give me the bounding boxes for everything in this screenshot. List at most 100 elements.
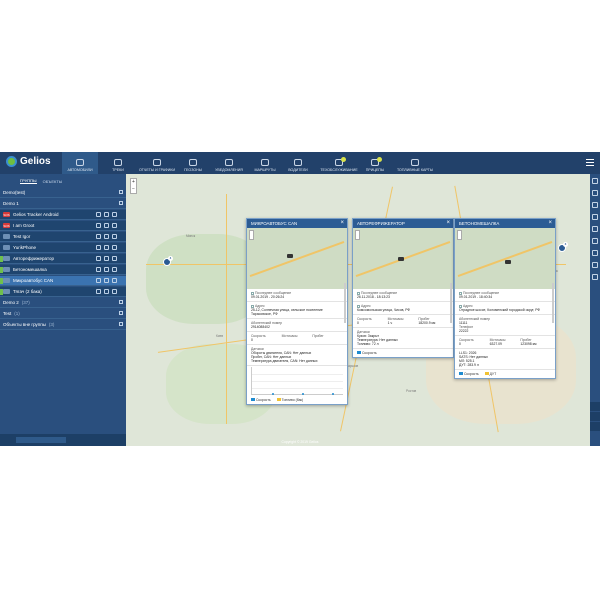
nav-item-8[interactable]: Прицепы xyxy=(362,152,388,174)
settings-icon[interactable] xyxy=(112,234,117,239)
tool-icon[interactable] xyxy=(592,202,598,208)
info-icon[interactable] xyxy=(104,267,109,272)
settings-icon[interactable] xyxy=(112,289,117,294)
close-icon[interactable]: × xyxy=(548,220,552,227)
info-icon[interactable] xyxy=(104,223,109,228)
info-icon[interactable] xyxy=(104,234,109,239)
nav-item-2[interactable]: Отчеты и графики xyxy=(138,152,176,174)
close-icon[interactable]: × xyxy=(340,220,344,227)
group-row[interactable]: Demo(test) xyxy=(0,188,126,198)
nav-item-0[interactable]: Автомобили xyxy=(62,152,98,174)
facebook-icon[interactable] xyxy=(590,402,600,412)
tool-icon[interactable] xyxy=(592,238,598,244)
nav-item-9[interactable]: Топливные карты xyxy=(394,152,436,174)
tab-groups[interactable]: Группы xyxy=(20,178,37,184)
vehicle-row[interactable]: Бетономешалка xyxy=(0,265,126,275)
vehicle-row[interactable]: Микроавтобус CAN xyxy=(0,276,126,286)
command-icon[interactable] xyxy=(96,278,101,283)
settings-icon[interactable] xyxy=(112,267,117,272)
info-icon[interactable] xyxy=(104,245,109,250)
command-icon[interactable] xyxy=(96,267,101,272)
popup-minimap[interactable] xyxy=(247,228,347,289)
sensors: Датчики Кузов: Закрыт Температура: Нет дан… xyxy=(353,328,453,349)
popup-minimap[interactable] xyxy=(455,228,555,289)
group-checkbox[interactable] xyxy=(119,190,123,194)
nav-item-label: Геозоны xyxy=(184,168,202,172)
command-icon[interactable] xyxy=(96,256,101,261)
map[interactable]: МинскМоскваСмоленскБрянскОрёлТулаРязаньК… xyxy=(126,174,590,446)
command-icon[interactable] xyxy=(96,289,101,294)
nav-item-5[interactable]: Маршруты xyxy=(250,152,280,174)
settings-icon[interactable] xyxy=(112,245,117,250)
vehicle-cluster-marker[interactable]: 4 xyxy=(163,256,173,266)
legend-item[interactable]: Скорость xyxy=(357,351,377,355)
nav-item-7[interactable]: Техобслуживание xyxy=(320,152,358,174)
popup-scrollbar[interactable] xyxy=(344,283,346,323)
metric-value: 0 xyxy=(357,321,359,325)
group-row[interactable]: Demo 1 xyxy=(0,199,126,209)
tool-icon[interactable] xyxy=(592,178,598,184)
legend-item[interactable]: ДУТ xyxy=(484,372,496,376)
group-row[interactable]: Объекты вне группы (3) xyxy=(0,320,126,330)
popup-zoom-controls[interactable] xyxy=(355,230,360,240)
logo[interactable]: Gelios xyxy=(6,156,51,167)
legend-item[interactable]: Топливо (бак) xyxy=(276,398,303,402)
nav-item-3[interactable]: Геозоны xyxy=(178,152,208,174)
command-icon[interactable] xyxy=(96,245,101,250)
nav-item-6[interactable]: Водители xyxy=(284,152,312,174)
vk-icon[interactable] xyxy=(590,422,600,432)
legend-item[interactable]: Скорость xyxy=(251,398,271,402)
sensors: LLS1: 2026 SATS: Нет данных МЛ: 525.1 ДУТ: … xyxy=(455,349,555,370)
row-count: (37) xyxy=(21,300,30,305)
close-icon[interactable]: × xyxy=(446,220,450,227)
metric: Скорость 0 xyxy=(459,338,490,346)
vehicle-cluster-marker[interactable]: 3 xyxy=(558,242,568,252)
tab-objects[interactable]: Объекты xyxy=(43,179,63,184)
twitter-icon[interactable] xyxy=(590,412,600,422)
zoom-out-button[interactable]: − xyxy=(131,186,136,193)
settings-icon[interactable] xyxy=(112,278,117,283)
popup-zoom-controls[interactable] xyxy=(457,230,462,240)
vehicle-row[interactable]: SOS I am Groot xyxy=(0,221,126,231)
vehicle-row[interactable]: YurikPhone xyxy=(0,243,126,253)
vehicle-row[interactable]: Test Igor xyxy=(0,232,126,242)
nav-item-4[interactable]: Уведомления xyxy=(212,152,246,174)
settings-icon[interactable] xyxy=(112,212,117,217)
settings-icon[interactable] xyxy=(112,223,117,228)
vehicle-row[interactable]: Тягач (2 бака) xyxy=(0,287,126,297)
group-checkbox[interactable] xyxy=(119,311,123,315)
nav-item-1[interactable]: Треки xyxy=(101,152,135,174)
info-icon[interactable] xyxy=(104,289,109,294)
zoom-in-button[interactable]: + xyxy=(131,179,136,186)
group-checkbox[interactable] xyxy=(119,300,123,304)
menu-icon[interactable] xyxy=(586,159,594,166)
last-message: Последнее сообщение 09.01.2019 - 20:26:24 xyxy=(247,289,347,302)
tool-icon[interactable] xyxy=(592,214,598,220)
group-checkbox[interactable] xyxy=(119,322,123,326)
command-icon[interactable] xyxy=(96,212,101,217)
tool-icon[interactable] xyxy=(592,250,598,256)
tool-icon[interactable] xyxy=(592,274,598,280)
command-icon[interactable] xyxy=(96,223,101,228)
tool-icon[interactable] xyxy=(592,190,598,196)
vehicle-row[interactable]: SOS Gelios Tracker Android xyxy=(0,210,126,220)
legend-item[interactable]: Скорость xyxy=(459,372,479,376)
info-icon[interactable] xyxy=(104,212,109,217)
popup-minimap[interactable] xyxy=(353,228,453,289)
settings-icon[interactable] xyxy=(112,256,117,261)
info-icon[interactable] xyxy=(104,278,109,283)
group-row[interactable]: Test (1) xyxy=(0,309,126,319)
vehicle-row[interactable]: Авторефрижератор xyxy=(0,254,126,264)
popup-scrollbar[interactable] xyxy=(450,283,452,323)
tool-icon[interactable] xyxy=(592,262,598,268)
command-icon[interactable] xyxy=(96,234,101,239)
popup-zoom-controls[interactable] xyxy=(249,230,254,240)
metric: Моточасы 6327.09 xyxy=(490,338,521,346)
metric-value: 0 xyxy=(251,338,253,342)
group-checkbox[interactable] xyxy=(119,201,123,205)
vehicle-icon xyxy=(3,278,10,283)
info-icon[interactable] xyxy=(104,256,109,261)
group-row[interactable]: Demo 2 (37) xyxy=(0,298,126,308)
tool-icon[interactable] xyxy=(592,226,598,232)
popup-scrollbar[interactable] xyxy=(552,283,554,323)
